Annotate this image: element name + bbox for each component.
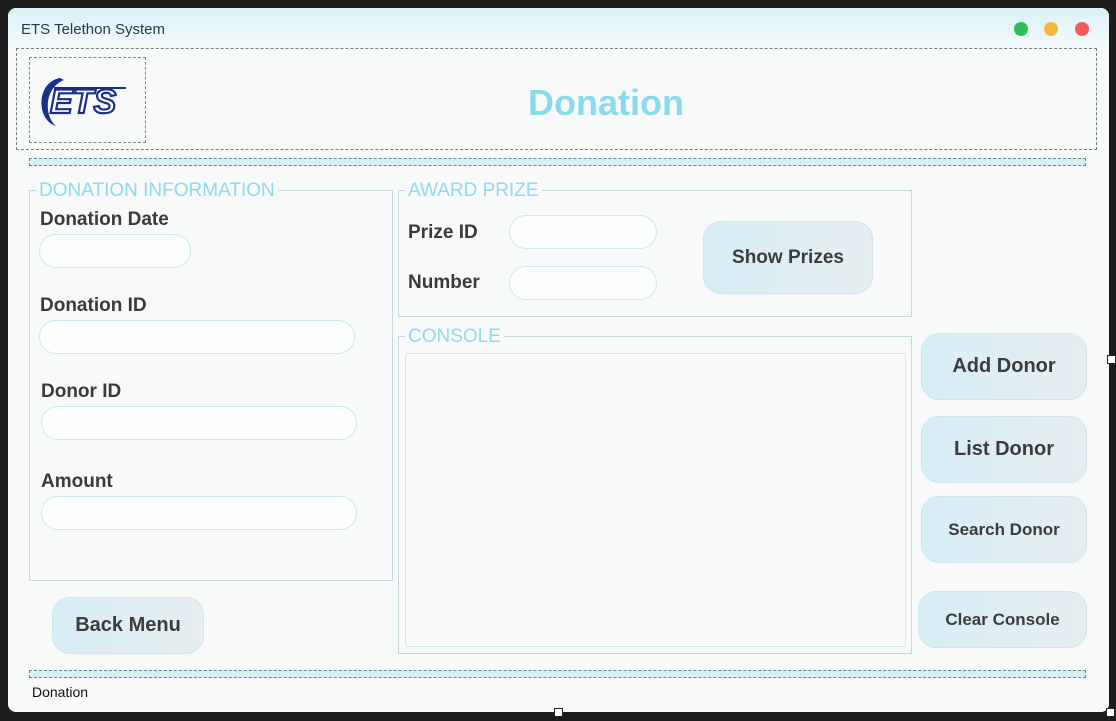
award-prize-legend: AWARD PRIZE	[408, 180, 539, 201]
list-donor-button[interactable]: List Donor	[921, 416, 1087, 483]
donation-date-field[interactable]	[39, 234, 191, 268]
back-menu-button[interactable]: Back Menu	[52, 597, 204, 654]
search-donor-button[interactable]: Search Donor	[921, 496, 1087, 563]
app-window: ETS Telethon System ETS Donation DONATIO…	[8, 8, 1109, 712]
page-title: Donation	[528, 82, 684, 123]
amount-field[interactable]	[41, 496, 357, 530]
title-bar[interactable]: ETS Telethon System	[8, 8, 1109, 48]
resize-handle-bottom[interactable]	[554, 708, 563, 717]
donor-id-field[interactable]	[41, 406, 357, 440]
minimize-button[interactable]	[1044, 22, 1058, 36]
number-field[interactable]	[509, 266, 657, 300]
show-prizes-button[interactable]: Show Prizes	[703, 221, 873, 294]
resize-handle-corner[interactable]	[1106, 708, 1115, 717]
logo: ETS	[29, 57, 146, 143]
resize-handle-right[interactable]	[1107, 355, 1116, 364]
window-title: ETS Telethon System	[21, 21, 165, 38]
prize-id-label: Prize ID	[408, 222, 478, 243]
clear-console-button[interactable]: Clear Console	[918, 591, 1087, 648]
amount-label: Amount	[41, 471, 113, 492]
donation-date-label: Donation Date	[40, 209, 169, 230]
donation-id-label: Donation ID	[40, 295, 147, 316]
bottom-separator	[29, 670, 1086, 678]
donation-id-field[interactable]	[39, 320, 355, 354]
logo-text: ETS	[50, 83, 116, 121]
console-output[interactable]	[405, 353, 906, 647]
number-label: Number	[408, 272, 480, 293]
donation-information-legend: DONATION INFORMATION	[39, 180, 275, 201]
donor-id-label: Donor ID	[41, 381, 122, 402]
prize-id-field[interactable]	[509, 215, 657, 249]
status-bar-text: Donation	[32, 684, 89, 700]
top-separator	[29, 158, 1086, 166]
ets-logo-icon: ETS	[41, 78, 126, 126]
console-legend: CONSOLE	[408, 326, 501, 347]
maximize-button[interactable]	[1014, 22, 1028, 36]
add-donor-button[interactable]: Add Donor	[921, 333, 1087, 400]
close-button[interactable]	[1075, 22, 1089, 36]
